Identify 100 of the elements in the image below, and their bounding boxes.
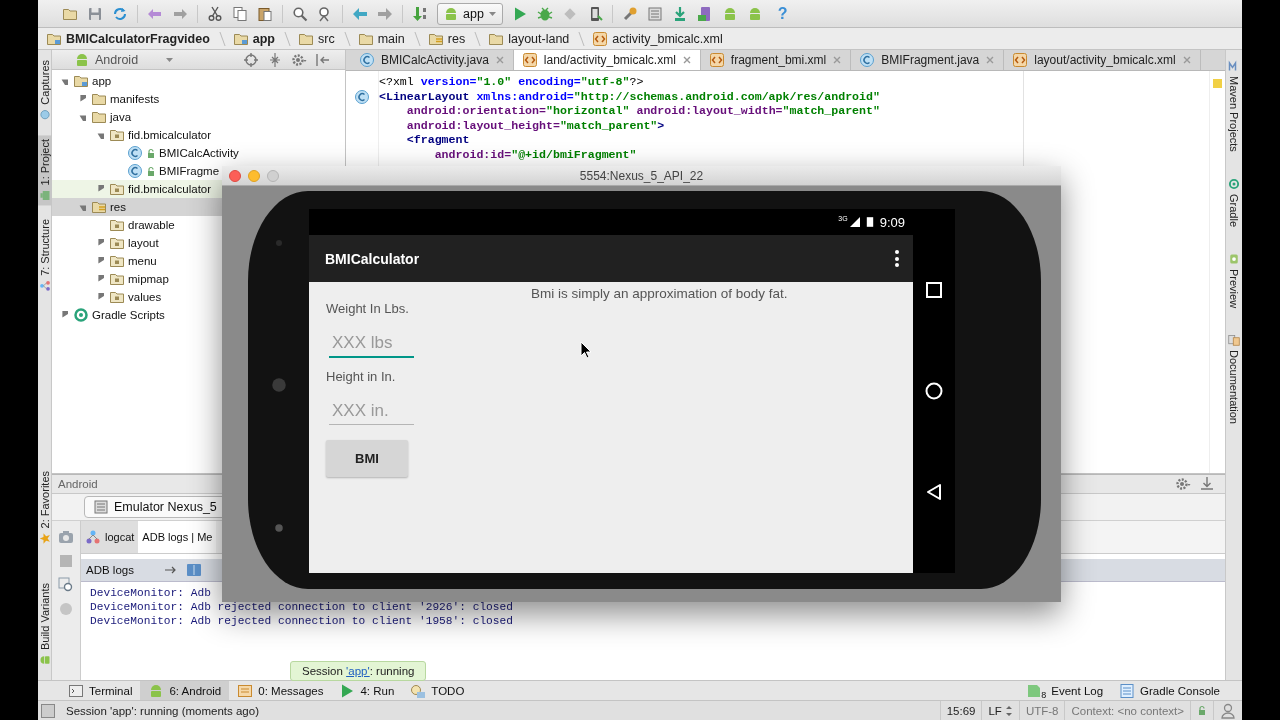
tree-arrow-icon[interactable] [78, 203, 86, 211]
tree-arrow-icon[interactable] [96, 257, 104, 265]
tool-window-tab[interactable]: Gradle [1227, 173, 1241, 231]
panel-icon[interactable] [40, 702, 56, 719]
resource-folder-icon [91, 199, 107, 215]
tree-item[interactable]: res [52, 198, 222, 216]
close-button[interactable] [229, 169, 241, 182]
forward-arrow-icon[interactable] [377, 5, 393, 22]
tree-arrow-icon[interactable] [96, 239, 104, 247]
tool-window-tab[interactable]: Preview [1227, 248, 1241, 312]
breadcrumb-item[interactable]: main [357, 30, 405, 47]
tree-item[interactable]: app [52, 72, 222, 90]
camera-icon[interactable] [58, 529, 74, 545]
context-label: Context: <no context> [1064, 701, 1190, 720]
back-button[interactable] [925, 483, 943, 501]
tool-window-tab[interactable]: Documentation [1227, 329, 1241, 428]
copy-icon[interactable] [232, 5, 248, 22]
bug-icon[interactable] [536, 5, 553, 22]
tree-item[interactable]: manifests [52, 90, 222, 108]
field-label: Weight In Lbs. [326, 301, 409, 317]
home-button[interactable] [925, 382, 943, 400]
tree-arrow-icon[interactable] [96, 185, 104, 193]
tool-window-tab[interactable]: Captures [37, 56, 52, 125]
panel-tab[interactable]: logcat [81, 521, 139, 553]
tool-window-button[interactable]: 0: Messages [229, 680, 332, 701]
tool-window-tab[interactable]: Build Variants [37, 578, 52, 670]
tree-item[interactable]: mipmap [52, 270, 222, 288]
up-down-icon[interactable] [1004, 704, 1013, 717]
editor-tab[interactable]: fragment_bmi.xml [700, 50, 852, 70]
tool-window-button[interactable]: 8 Event Log [1018, 680, 1112, 701]
tablet-icon[interactable] [696, 5, 713, 22]
build-icon[interactable] [412, 5, 428, 22]
editor-tab[interactable]: BMIFragment.java [851, 50, 1005, 70]
save-icon[interactable] [87, 5, 103, 22]
tree-item[interactable]: BMICalcActivity [52, 144, 239, 162]
collapse-icon[interactable] [267, 51, 283, 68]
line-separator[interactable]: LF [988, 704, 1002, 717]
tree-arrow-icon[interactable] [96, 275, 104, 283]
tool-window-button[interactable]: 4: Run [331, 680, 403, 701]
input-field[interactable]: XXX lbs [329, 329, 414, 358]
editor-tab[interactable]: BMICalcActivity.java [351, 50, 514, 70]
layout-icon[interactable] [646, 5, 663, 22]
app-link[interactable]: 'app' [346, 665, 370, 677]
sync-icon[interactable] [112, 5, 128, 22]
target-icon[interactable] [243, 51, 259, 68]
tree-item[interactable]: BMIFragme [52, 162, 222, 180]
book-icon[interactable] [186, 562, 202, 578]
tool-window-tab[interactable]: 2: Favorites [37, 467, 52, 549]
wrench-icon[interactable] [621, 5, 638, 22]
tool-window-tab[interactable]: Maven Projects [1227, 56, 1241, 156]
settings-icon[interactable] [291, 51, 307, 68]
breadcrumb-item[interactable]: app [232, 30, 275, 47]
tree-arrow-icon[interactable] [96, 131, 104, 139]
overflow-menu-icon[interactable] [895, 250, 899, 267]
recents-button[interactable] [925, 281, 943, 299]
tool-window-tab[interactable]: 7: Structure [37, 215, 52, 296]
tree-item[interactable]: drawable [52, 216, 222, 234]
tool-window-tab[interactable]: 1: Project [37, 134, 52, 206]
tool-window-button[interactable]: TODO [402, 680, 473, 701]
scissors-icon[interactable] [207, 5, 223, 22]
person-icon[interactable] [1220, 702, 1236, 719]
editor-tab[interactable]: land/activity_bmicalc.xml [513, 50, 701, 70]
search-icon[interactable] [292, 5, 308, 22]
tree-arrow-icon[interactable] [60, 77, 68, 85]
tree-item[interactable]: java [52, 108, 222, 126]
bmi-button[interactable]: BMI [326, 440, 408, 477]
tool-window-button[interactable]: Terminal [60, 680, 141, 701]
tree-arrow-icon[interactable] [78, 95, 86, 103]
run-config-dropdown[interactable]: app [437, 2, 503, 25]
breadcrumb-item[interactable]: BMICalculatorFragvideo [46, 30, 210, 47]
tool-window-button[interactable]: 6: Android [140, 680, 230, 701]
tree-arrow-icon[interactable] [60, 311, 68, 319]
screenshot-icon[interactable] [58, 577, 74, 593]
tree-item[interactable]: values [52, 288, 222, 306]
hide-icon[interactable] [315, 51, 331, 68]
breadcrumb-item[interactable]: res [427, 30, 466, 47]
tree-item[interactable]: menu [52, 252, 222, 270]
caret-position[interactable]: 15:69 [939, 701, 982, 720]
log-line: DeviceMonitor: Adb rejected connection to client '1958': closed [90, 614, 514, 628]
editor-tab[interactable]: layout/activity_bmicalc.xml [1004, 50, 1201, 70]
lock-icon[interactable] [1197, 705, 1207, 716]
breadcrumb-item[interactable]: activity_bmicalc.xml [592, 30, 723, 47]
tree-item[interactable]: fid.bmicalculator [52, 180, 222, 198]
tree-arrow-icon[interactable] [78, 113, 86, 121]
settings-icon[interactable] [1175, 476, 1191, 492]
tree-item[interactable]: Gradle Scripts [52, 306, 222, 324]
speaker-grille [269, 376, 288, 394]
breadcrumb-item[interactable]: layout-land [488, 30, 570, 47]
input-field[interactable]: XXX in. [329, 397, 414, 425]
tree-item[interactable]: layout [52, 234, 222, 252]
panel-tab[interactable]: ADB logs | Me [138, 521, 217, 553]
download-icon[interactable] [1199, 476, 1215, 492]
breadcrumb-item[interactable]: src [298, 30, 335, 47]
tree-item[interactable]: fid.bmicalculator [52, 126, 222, 144]
tool-window-button[interactable]: Gradle Console [1111, 680, 1228, 701]
log-line: DeviceMonitor: Adb [90, 586, 212, 600]
paste-icon[interactable] [257, 5, 273, 22]
tree-arrow-icon[interactable] [96, 293, 104, 301]
file-encoding[interactable]: UTF-8 [1018, 701, 1065, 720]
project-icon [38, 189, 51, 202]
